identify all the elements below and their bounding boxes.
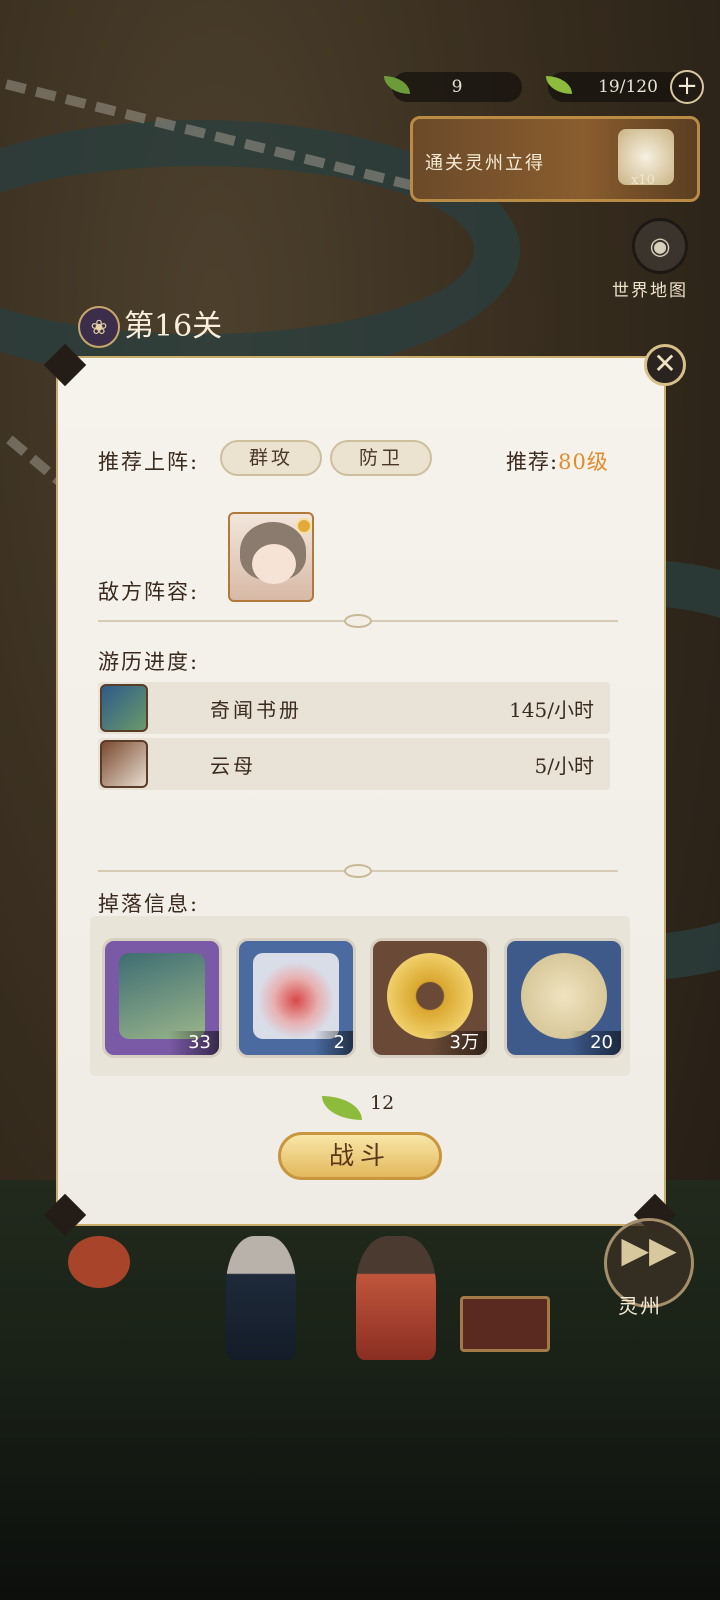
recommend-level-prefix: 推荐: [506,450,559,474]
book-icon [100,684,148,732]
banner-text: 通关灵州立得 [425,153,545,174]
gold-coin-icon [387,953,473,1039]
cost-value: 12 [370,1092,395,1114]
progress-item-name: 云母 [210,754,256,778]
enemy-label: 敌方阵容: [98,580,200,604]
fast-forward-icon: ▶▶ [621,1230,677,1271]
progress-item-name: 奇闻书册 [210,698,302,722]
drop-count: 33 [168,1031,219,1055]
round-fan-icon [521,953,607,1039]
recommend-level-value: 80级 [558,450,609,474]
drop-item[interactable]: 20 [504,938,624,1058]
drop-count: 3万 [429,1031,487,1055]
book-item-icon [119,953,205,1039]
element-icon [296,518,312,534]
stamina-value: 9 [451,77,463,97]
progress-label: 游历进度: [98,650,200,674]
character-sprite [356,1236,436,1360]
progress-item-rate: 145/小时 [509,698,594,722]
progress-row: 云母 5/小时 [98,738,610,790]
tag-defense: 防卫 [330,440,432,476]
drop-count: 2 [313,1031,353,1055]
reward-count: x10 [631,173,655,188]
recommend-level: 推荐:80级 [506,446,609,476]
enemy-face [252,544,296,584]
close-icon: ✕ [653,347,677,380]
tag-aoe: 群攻 [220,440,322,476]
butterfly-emblem-icon: ❀ [78,306,120,348]
level-header: ❀ 第16关 [72,306,332,350]
close-button[interactable]: ✕ [644,344,686,386]
stage-info-panel [56,356,666,1226]
divider [98,614,618,628]
drop-count: 20 [570,1031,621,1055]
clear-reward-banner[interactable]: 通关灵州立得 x10 [410,116,700,202]
character-sprite [226,1236,296,1360]
progress-row: 奇闻书册 145/小时 [98,682,610,734]
fast-forward-label: 灵州 [618,1294,662,1318]
stamina-counter: 9 [392,72,522,102]
level-title: 第16关 [124,309,223,344]
drops-label: 掉落信息: [98,892,200,916]
leaf-value: 19/120 [598,77,658,97]
world-map-label: 世界地图 [612,281,688,301]
mica-icon [100,740,148,788]
world-map-button[interactable]: ◉ [632,218,688,274]
drop-item[interactable]: 2 [236,938,356,1058]
drop-item[interactable]: 3万 [370,938,490,1058]
recommend-label: 推荐上阵: [98,450,200,474]
fight-button[interactable]: 战斗 [278,1132,442,1180]
drop-item[interactable]: 33 [102,938,222,1058]
divider [98,864,618,878]
compass-icon: ◉ [649,232,671,260]
add-leaf-button[interactable]: + [670,70,704,104]
fruit-basket [68,1236,130,1288]
enemy-portrait[interactable] [228,512,314,602]
red-powder-bowl-icon [253,953,339,1039]
treasure-chest[interactable] [460,1296,550,1352]
progress-item-rate: 5/小时 [534,754,594,778]
